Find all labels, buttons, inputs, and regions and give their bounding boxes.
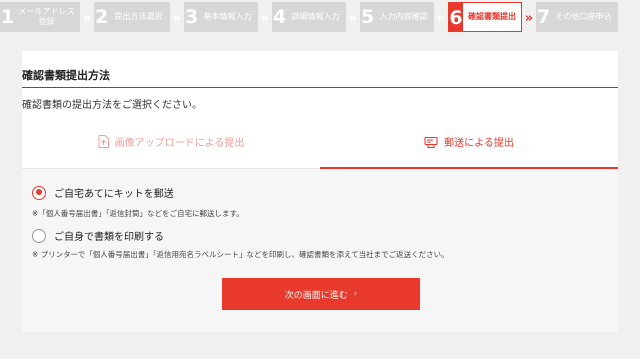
option-self-print[interactable]: ご自身で書類を印刷する — [32, 228, 164, 243]
tab-image-upload[interactable]: 画像アップロードによる提出 — [22, 115, 320, 169]
next-button[interactable]: 次の画面に進む › — [222, 278, 420, 310]
option-note: ※「個人番号届出書」「返信封筒」などをご自宅に郵送します。 — [32, 209, 244, 218]
step-chevron-icon: » — [172, 10, 182, 26]
step-4-detail-info: 4 詳細情報入力 — [272, 2, 346, 32]
tab-mail[interactable]: 郵送による提出 — [320, 115, 618, 169]
instruction-text: 確認書類の提出方法をご選択ください。 — [22, 100, 202, 111]
divider — [22, 87, 618, 88]
submission-method-tabs: 画像アップロードによる提出 郵送による提出 — [22, 115, 618, 169]
tab-label: 画像アップロードによる提出 — [114, 138, 245, 149]
progress-stepper: 1 メールアドレス 登録 » 2 提出方法選択 » 3 基本情報入力 » 4 詳… — [0, 0, 640, 34]
step-chevron-icon: » — [82, 10, 92, 26]
step-label: 提出方法選択 — [114, 12, 163, 21]
step-number: 4 — [273, 6, 287, 28]
step-chevron-icon: » — [348, 10, 358, 26]
radio-self-print[interactable] — [32, 228, 46, 243]
option-note: ※ プリンターで「個人番号届出書」「返信用宛名ラベルシート」などを印刷し、確認書… — [32, 250, 449, 259]
step-number: 6 — [449, 3, 463, 31]
step-3-basic-info: 3 基本情報入力 — [184, 2, 258, 32]
document-submission-card: 確認書類提出方法 確認書類の提出方法をご選択ください。 画像アップロードによる提… — [22, 51, 618, 332]
step-number: 7 — [537, 6, 551, 28]
step-number: 1 — [1, 6, 15, 28]
step-label: 入力内容確認 — [379, 12, 428, 21]
tab-label: 郵送による提出 — [444, 137, 514, 149]
button-label: 次の画面に進む — [284, 290, 348, 301]
step-label-text: メールアドレス 登録 — [18, 7, 75, 26]
step-number: 2 — [95, 6, 109, 28]
step-label: 基本情報入力 — [203, 12, 252, 21]
step-2-method: 2 提出方法選択 — [94, 2, 170, 32]
step-number: 5 — [361, 6, 375, 28]
submission-method-panel: 画像アップロードによる提出 郵送による提出 ご自宅あてにキットを郵送 ※「個人番… — [22, 115, 618, 332]
step-label: その他口座申込 — [555, 12, 612, 21]
step-label: 詳細情報入力 — [291, 12, 340, 21]
step-chevron-icon: » — [436, 10, 446, 26]
step-number: 3 — [185, 6, 199, 28]
option-home-kit[interactable]: ご自宅あてにキットを郵送 — [32, 185, 174, 200]
option-label: ご自身で書類を印刷する — [54, 232, 164, 243]
section-title: 確認書類提出方法 — [22, 69, 110, 82]
step-label: メールアドレス 登録 — [13, 7, 80, 27]
radio-home-kit[interactable] — [32, 185, 46, 200]
step-5-confirm: 5 入力内容確認 — [360, 2, 434, 32]
step-7-other-account: 7 その他口座申込 — [536, 2, 618, 32]
step-6-documents: 6 確認書類提出 — [448, 2, 522, 32]
step-1-email: 1 メールアドレス 登録 — [0, 2, 80, 32]
step-chevron-icon: » — [260, 10, 270, 26]
option-label: ご自宅あてにキットを郵送 — [54, 189, 174, 200]
file-upload-icon — [98, 135, 109, 148]
chevron-right-icon: › — [353, 289, 358, 299]
step-chevron-icon: » — [524, 10, 534, 26]
mailbox-icon — [424, 135, 438, 148]
step-label: 確認書類提出 — [468, 12, 516, 21]
